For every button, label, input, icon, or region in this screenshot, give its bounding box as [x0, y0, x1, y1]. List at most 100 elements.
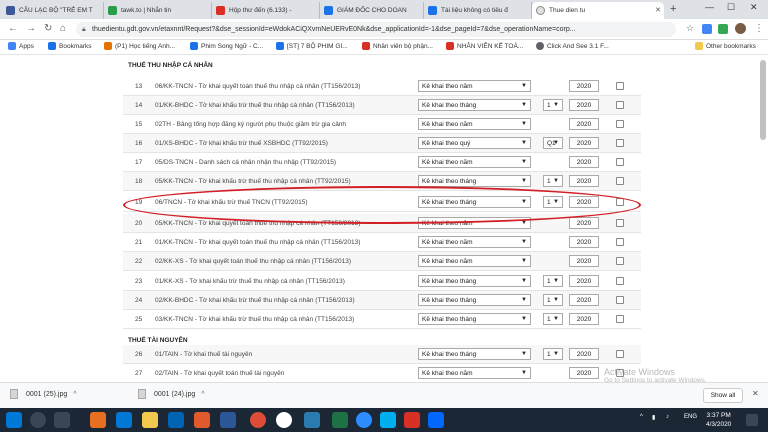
language-indicator[interactable]: ENG [684, 414, 697, 420]
edge-icon[interactable] [168, 412, 184, 428]
tab-thue-dien-tu[interactable]: Thue dien tu ✕ [532, 2, 664, 19]
windows-start-icon[interactable] [6, 412, 22, 428]
year-input[interactable]: 2020 [569, 236, 599, 248]
bookmark-other[interactable]: Other bookmarks [695, 42, 756, 50]
select-checkbox[interactable] [616, 350, 624, 358]
extension-icon[interactable] [718, 24, 728, 34]
tab-club[interactable]: CÂU LẠC BỘ "TRẺ EM T [2, 2, 104, 19]
select-checkbox[interactable] [616, 277, 624, 285]
app-icon[interactable] [304, 412, 320, 428]
sub-period-select[interactable]: Q1 ▼ [543, 137, 563, 149]
select-checkbox[interactable] [616, 158, 624, 166]
star-icon[interactable]: ☆ [686, 23, 694, 34]
zalo-icon[interactable] [428, 412, 444, 428]
period-select[interactable]: Kê khai theo tháng ▼ [418, 313, 531, 325]
chevron-up-icon[interactable]: ^ [201, 391, 204, 398]
search-icon[interactable] [30, 412, 46, 428]
network-icon[interactable]: ▮ [652, 414, 655, 421]
tray-up-icon[interactable]: ^ [640, 414, 643, 420]
notification-icon[interactable] [746, 414, 758, 426]
select-checkbox[interactable] [616, 82, 624, 90]
select-checkbox[interactable] [616, 296, 624, 304]
bookmark-nhan-vien[interactable]: Nhân viên bộ phận... [362, 42, 433, 50]
period-select[interactable]: Kê khai theo tháng ▼ [418, 294, 531, 306]
app-icon[interactable] [276, 412, 292, 428]
download-item[interactable]: 0001 (25).jpg ^ [10, 389, 77, 399]
url-input[interactable]: 🔒︎ thuedientu.gdt.gov.vn/etaxnnt/Request?… [76, 22, 676, 37]
scrollbar-thumb[interactable] [760, 60, 766, 140]
extension-icon[interactable] [702, 24, 712, 34]
show-all-button[interactable]: Show all [703, 388, 743, 403]
year-input[interactable]: 2020 [569, 294, 599, 306]
bookmark-st[interactable]: [ST] 7 BỘ PHIM GI... [276, 42, 348, 50]
volume-icon[interactable]: ♪ [666, 414, 669, 420]
period-select[interactable]: Kê khai theo năm ▼ [418, 255, 531, 267]
sub-period-select[interactable]: 1 ▼ [543, 294, 563, 306]
select-checkbox[interactable] [616, 219, 624, 227]
maximize-icon[interactable]: ☐ [727, 2, 735, 13]
outlook-icon[interactable] [116, 412, 132, 428]
bookmark-click-and-see[interactable]: Click And See 3.1 F... [536, 42, 609, 50]
period-select[interactable]: Kê khai theo năm ▼ [418, 118, 531, 130]
select-checkbox[interactable] [616, 120, 624, 128]
bookmark-phim[interactable]: Phim Song Ngữ - C... [190, 42, 263, 50]
select-checkbox[interactable] [616, 177, 624, 185]
year-input[interactable]: 2020 [569, 156, 599, 168]
sub-period-select[interactable]: 1 ▼ [543, 313, 563, 325]
close-tab-icon[interactable]: ✕ [655, 6, 661, 14]
period-select[interactable]: Kê khai theo năm ▼ [418, 367, 531, 379]
close-downloads-icon[interactable]: ✕ [752, 389, 759, 398]
year-input[interactable]: 2020 [569, 367, 599, 379]
tab-docs-2[interactable]: Tài liệu không có tiêu đ [424, 2, 532, 19]
year-input[interactable]: 2020 [569, 255, 599, 267]
year-input[interactable]: 2020 [569, 217, 599, 229]
period-select[interactable]: Kê khai theo năm ▼ [418, 80, 531, 92]
new-tab-icon[interactable]: + [670, 3, 676, 15]
bookmark-english[interactable]: (P1) Học tiếng Anh... [104, 42, 175, 50]
forward-icon[interactable]: → [26, 23, 36, 34]
period-select[interactable]: Kê khai theo năm ▼ [418, 156, 531, 168]
year-input[interactable]: 2020 [569, 80, 599, 92]
zoom-icon[interactable] [356, 412, 372, 428]
sub-period-select[interactable]: 1 ▼ [543, 348, 563, 360]
year-input[interactable]: 2020 [569, 118, 599, 130]
select-checkbox[interactable] [616, 257, 624, 265]
select-checkbox[interactable] [616, 238, 624, 246]
sub-period-select[interactable]: 1 ▼ [543, 275, 563, 287]
avatar[interactable] [735, 23, 746, 34]
select-checkbox[interactable] [616, 101, 624, 109]
file-explorer-icon[interactable] [142, 412, 158, 428]
app-icon[interactable] [90, 412, 106, 428]
app-icon[interactable] [404, 412, 420, 428]
year-input[interactable]: 2020 [569, 275, 599, 287]
year-input[interactable]: 2020 [569, 313, 599, 325]
minimize-icon[interactable]: — [705, 2, 714, 12]
year-input[interactable]: 2020 [569, 348, 599, 360]
close-window-icon[interactable]: ✕ [750, 2, 758, 13]
word-icon[interactable] [220, 412, 236, 428]
clock[interactable]: 3:37 PM 4/3/2020 [706, 411, 731, 429]
menu-icon[interactable]: ⋮ [754, 23, 764, 34]
tab-gmail[interactable]: Hộp thư đến (6.133) - [212, 2, 320, 19]
period-select[interactable]: Kê khai theo tháng ▼ [418, 275, 531, 287]
year-input[interactable]: 2020 [569, 99, 599, 111]
app-icon[interactable] [194, 412, 210, 428]
chevron-up-icon[interactable]: ^ [73, 391, 76, 398]
select-checkbox[interactable] [616, 139, 624, 147]
sub-period-select[interactable]: 1 ▼ [543, 175, 563, 187]
sub-period-select[interactable]: 1 ▼ [543, 99, 563, 111]
period-select[interactable]: Kê khai theo tháng ▼ [418, 99, 531, 111]
period-select[interactable]: Kê khai theo tháng ▼ [418, 175, 531, 187]
select-checkbox[interactable] [616, 315, 624, 323]
year-input[interactable]: 2020 [569, 137, 599, 149]
skype-icon[interactable] [380, 412, 396, 428]
year-input[interactable]: 2020 [569, 175, 599, 187]
reload-icon[interactable]: ↻ [44, 23, 52, 34]
chrome-icon[interactable] [250, 412, 266, 428]
home-icon[interactable]: ⌂ [60, 23, 66, 34]
period-select[interactable]: Kê khai theo quý ▼ [418, 137, 531, 149]
period-select[interactable]: Kê khai theo tháng ▼ [418, 348, 531, 360]
excel-icon[interactable] [332, 412, 348, 428]
bookmark-bookmarks[interactable]: Bookmarks [48, 42, 92, 50]
bookmark-apps[interactable]: Apps [8, 42, 34, 50]
